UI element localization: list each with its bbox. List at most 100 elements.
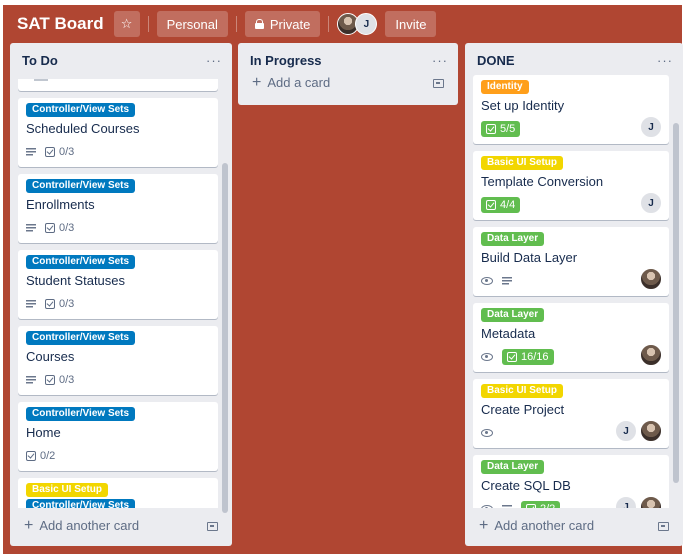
checklist-badge: 0/3 <box>45 146 74 158</box>
card-badges <box>481 272 661 290</box>
add-card-button[interactable]: + Add another card <box>473 512 675 540</box>
member-avatar[interactable]: J <box>615 420 637 442</box>
card-label[interactable]: Controller/View Sets <box>26 179 136 193</box>
list-header: DONE ··· <box>465 43 683 77</box>
card-label[interactable]: Basic UI Setup <box>26 483 109 497</box>
description-badge <box>26 148 36 156</box>
card[interactable]: Controller/View Sets Enrollments 0/3 <box>18 174 218 243</box>
member-avatar-photo[interactable] <box>640 496 662 508</box>
card-label[interactable]: Data Layer <box>481 460 545 474</box>
checklist-icon <box>45 223 55 233</box>
description-badge <box>26 300 36 308</box>
card[interactable]: Controller/View Sets Student Statuses 0/3 <box>18 250 218 319</box>
card-title: Create Project <box>481 402 565 417</box>
description-icon <box>502 277 512 285</box>
card-badges: 0/3 <box>26 143 210 161</box>
checklist-count: 16/16 <box>521 351 549 363</box>
header-divider <box>328 16 330 32</box>
card-label[interactable]: Controller/View Sets <box>26 331 136 345</box>
card-label[interactable]: Controller/View Sets <box>26 499 136 508</box>
card-title: Set up Identity <box>481 98 565 113</box>
list-title[interactable]: In Progress <box>250 53 322 68</box>
card[interactable]: Controller/View Sets Scheduled Courses 0/3 <box>18 98 218 167</box>
card-labels: Identity <box>481 80 661 94</box>
card[interactable]: Controller/View Sets Home 0/2 <box>18 402 218 471</box>
list-menu-icon[interactable]: ··· <box>432 53 448 68</box>
visibility-label: Private <box>269 16 311 32</box>
card-label[interactable]: Controller/View Sets <box>26 407 136 421</box>
card[interactable]: Basic UI Setup Create Project J <box>473 379 669 448</box>
card-labels: Basic UI Setup Controller/View Sets <box>26 483 210 508</box>
card-label[interactable]: Controller/View Sets <box>26 255 136 269</box>
checklist-icon <box>45 147 55 157</box>
card-label[interactable]: Data Layer <box>481 232 545 246</box>
card[interactable]: Identity Set up Identity 5/5 J <box>473 75 669 144</box>
card[interactable]: Data Layer Metadata 16/16 <box>473 303 669 372</box>
board: SAT Board ☆ Personal Private J Invite To… <box>3 5 683 554</box>
card-members <box>640 344 662 366</box>
member-avatar-photo[interactable] <box>640 268 662 290</box>
card-title: Home <box>26 425 61 440</box>
member-avatar[interactable]: J <box>355 13 378 35</box>
scrollbar[interactable] <box>222 163 228 513</box>
watch-badge <box>481 277 493 285</box>
description-badge <box>502 277 512 285</box>
member-avatar[interactable]: J <box>640 192 662 214</box>
card-labels: Controller/View Sets <box>26 331 210 345</box>
card-label[interactable]: Basic UI Setup <box>481 384 564 398</box>
add-card-button[interactable]: + Add another card <box>18 512 224 540</box>
card[interactable]: Data Layer Build Data Layer <box>473 227 669 296</box>
list-title[interactable]: To Do <box>22 53 58 68</box>
list-in-progress: In Progress ··· + Add a card <box>238 43 458 105</box>
card-title: Build Data Layer <box>481 250 578 265</box>
checklist-badge: 0/2 <box>26 450 55 462</box>
card-label[interactable]: Data Layer <box>481 308 545 322</box>
scrollbar[interactable] <box>673 123 679 483</box>
member-avatar-photo[interactable] <box>640 420 662 442</box>
star-button[interactable]: ☆ <box>113 11 140 37</box>
checklist-count: 0/3 <box>59 374 75 386</box>
card-badges: 0/3 <box>26 295 210 313</box>
card-label[interactable]: Identity <box>481 80 529 94</box>
checklist-icon <box>526 504 536 508</box>
card-labels: Basic UI Setup <box>481 384 661 398</box>
card-title: Create SQL DB <box>481 478 571 493</box>
card-template-icon[interactable] <box>658 521 669 531</box>
card[interactable]: Controller/View Sets Courses 0/3 <box>18 326 218 395</box>
add-card-label: Add a card <box>267 75 331 90</box>
card-title: Scheduled Courses <box>26 121 140 136</box>
card-label[interactable]: Controller/View Sets <box>26 103 136 117</box>
add-card-label: Add another card <box>39 518 140 533</box>
checklist-count: 0/2 <box>40 450 56 462</box>
checklist-badge: 2/2 <box>521 501 561 508</box>
list-title[interactable]: DONE <box>477 53 515 68</box>
card-badges: 4/4 <box>481 196 661 214</box>
description-icon <box>502 505 512 508</box>
list-menu-icon[interactable]: ··· <box>657 53 673 68</box>
add-card-button[interactable]: + Add a card <box>246 69 450 97</box>
card-title: Metadata <box>481 326 536 341</box>
visibility-button[interactable]: Private <box>244 11 321 37</box>
star-icon: ☆ <box>120 16 133 31</box>
team-button[interactable]: Personal <box>156 11 228 37</box>
board-title[interactable]: SAT Board <box>17 14 104 34</box>
member-avatar[interactable]: J <box>640 116 662 138</box>
member-avatar[interactable]: J <box>615 496 637 508</box>
checklist-count: 0/3 <box>59 146 75 158</box>
card-labels: Basic UI Setup <box>481 156 661 170</box>
checklist-badge: 0/3 <box>45 374 74 386</box>
card[interactable]: Basic UI Setup Template Conversion 4/4 J <box>473 151 669 220</box>
invite-button[interactable]: Invite <box>385 11 437 37</box>
plus-icon: + <box>24 517 34 534</box>
card-label[interactable]: Basic UI Setup <box>481 156 564 170</box>
list-menu-icon[interactable]: ··· <box>206 53 222 68</box>
member-avatar-photo[interactable] <box>640 344 662 366</box>
card[interactable]: Basic UI SetupController/View SetsContac… <box>18 478 218 508</box>
card-partial[interactable] <box>18 79 218 91</box>
card-template-icon[interactable] <box>207 521 218 531</box>
card[interactable]: Data Layer Create SQL DB 2/2 J <box>473 455 669 508</box>
list-done: DONE ··· Identity Set up Identity 5/5 J Basi… <box>465 43 683 546</box>
description-icon <box>26 300 36 308</box>
checklist-icon <box>486 200 496 210</box>
card-template-icon[interactable] <box>433 78 444 88</box>
